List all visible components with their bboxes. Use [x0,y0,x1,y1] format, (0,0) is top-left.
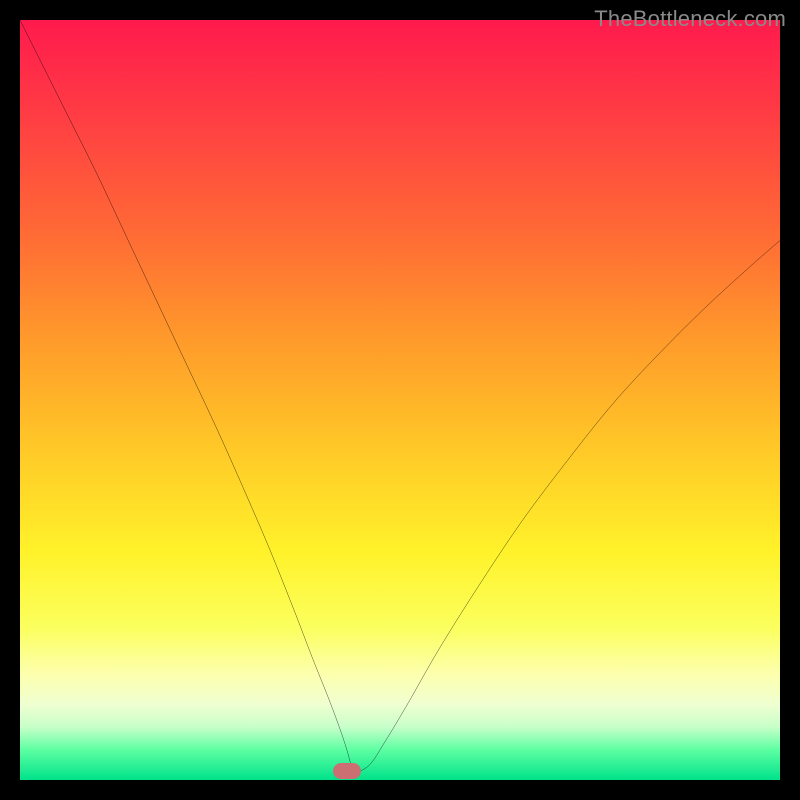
optimal-point-marker [333,763,361,779]
chart-frame: TheBottleneck.com [0,0,800,800]
plot-area [20,20,780,780]
bottleneck-curve [20,20,780,780]
watermark-label: TheBottleneck.com [594,6,786,32]
